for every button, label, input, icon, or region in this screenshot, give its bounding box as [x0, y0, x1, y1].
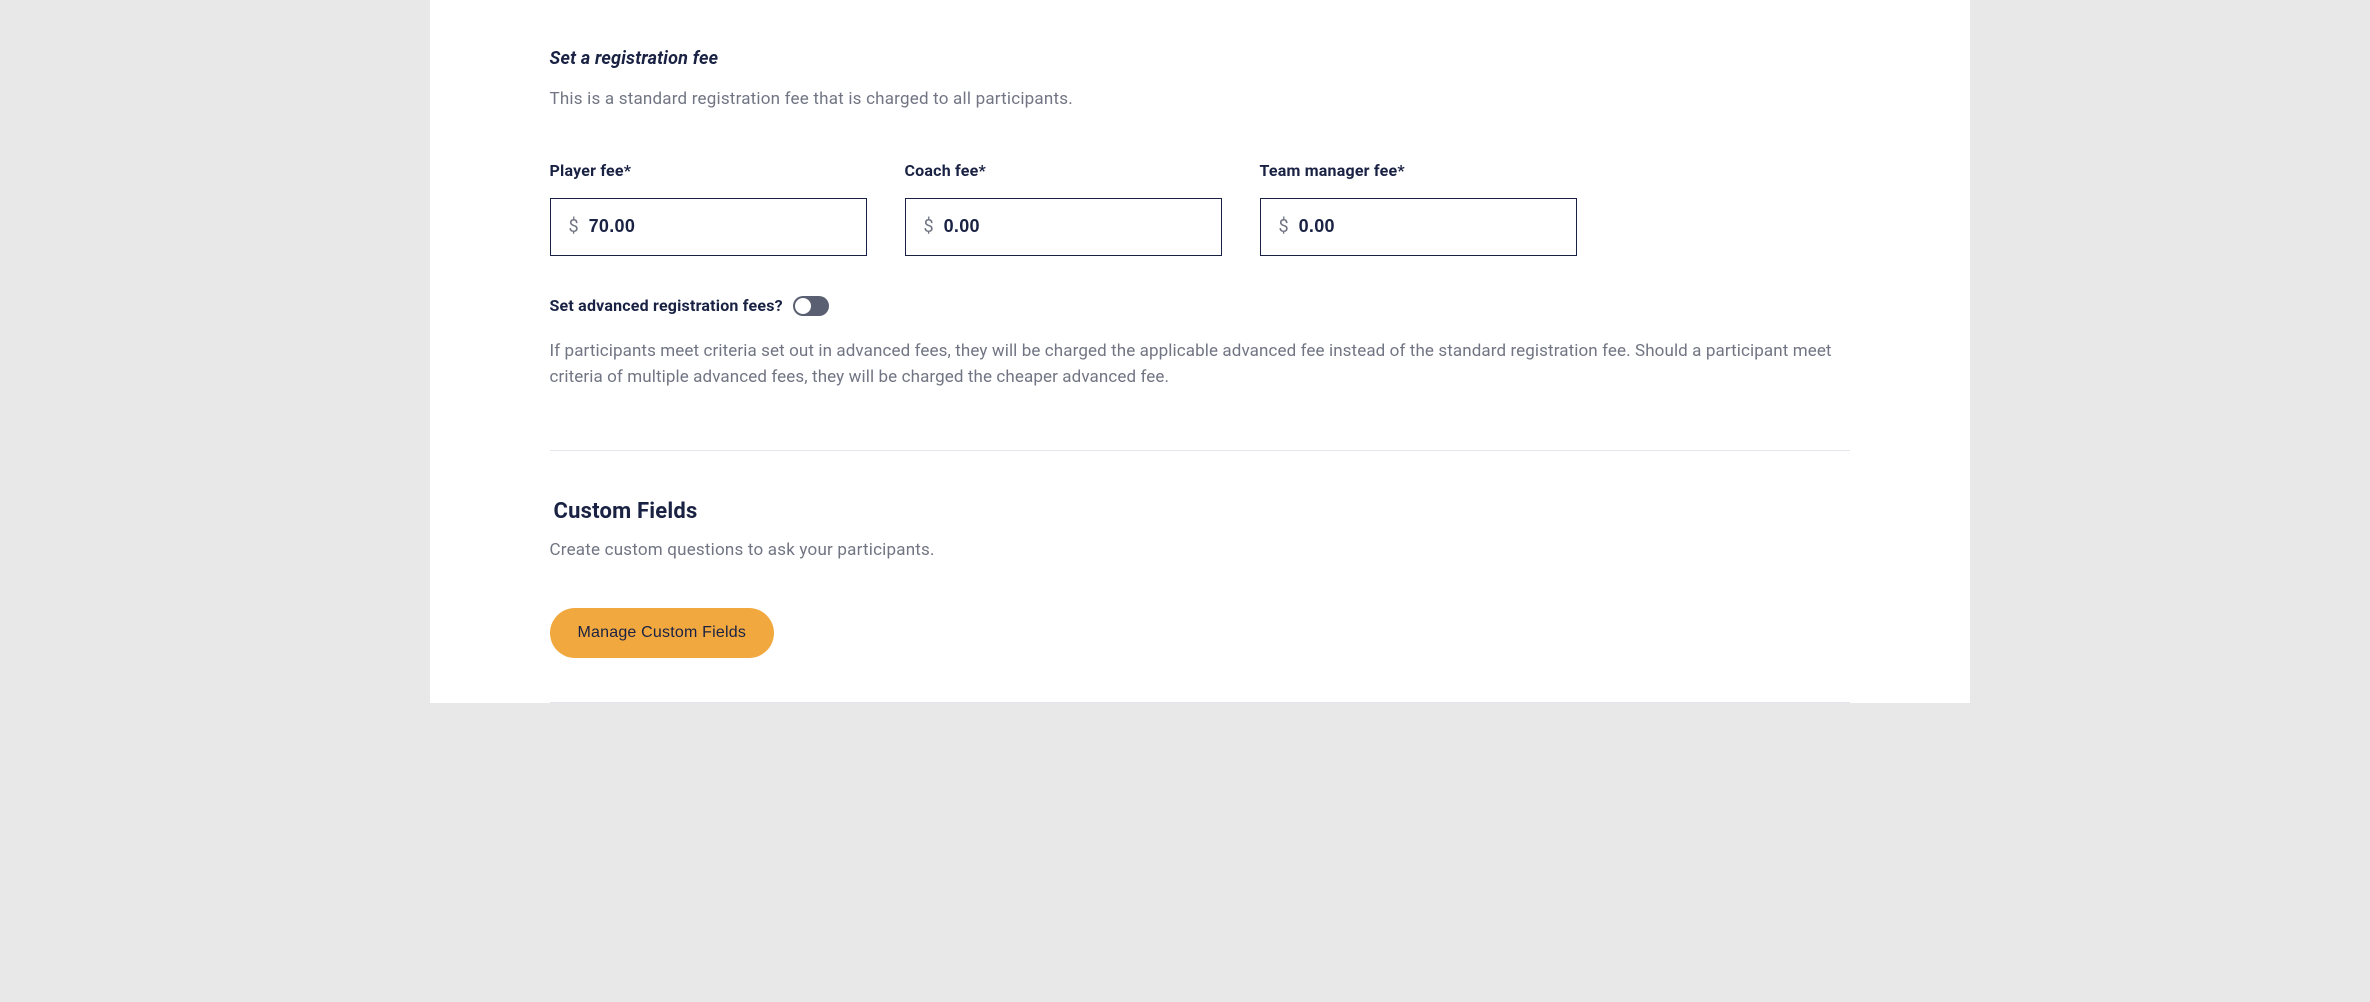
advanced-fees-toggle-row: Set advanced registration fees?	[550, 296, 1850, 316]
advanced-fees-toggle[interactable]	[793, 296, 829, 316]
advanced-fees-description: If participants meet criteria set out in…	[550, 338, 1850, 391]
coach-fee-field: Coach fee* $	[905, 161, 1222, 256]
registration-fee-description: This is a standard registration fee that…	[550, 87, 1850, 113]
page-container: Set a registration fee This is a standar…	[430, 0, 1970, 703]
toggle-knob-icon	[795, 298, 811, 314]
player-fee-field: Player fee* $	[550, 161, 867, 256]
currency-symbol: $	[569, 216, 579, 237]
coach-fee-input-wrap: $	[905, 198, 1222, 256]
section-divider	[550, 450, 1850, 451]
team-manager-fee-input-wrap: $	[1260, 198, 1577, 256]
content: Set a registration fee This is a standar…	[430, 48, 1970, 703]
section-divider	[550, 702, 1850, 703]
manage-custom-fields-button[interactable]: Manage Custom Fields	[550, 608, 775, 658]
coach-fee-label: Coach fee*	[905, 161, 1222, 180]
registration-fee-title: Set a registration fee	[550, 48, 1850, 69]
player-fee-input-wrap: $	[550, 198, 867, 256]
custom-fields-heading: Custom Fields	[550, 499, 1850, 524]
advanced-fees-toggle-label: Set advanced registration fees?	[550, 296, 783, 315]
team-manager-fee-input[interactable]	[1299, 216, 1558, 237]
team-manager-fee-field: Team manager fee* $	[1260, 161, 1577, 256]
coach-fee-input[interactable]	[944, 216, 1203, 237]
team-manager-fee-label: Team manager fee*	[1260, 161, 1577, 180]
currency-symbol: $	[1279, 216, 1289, 237]
currency-symbol: $	[924, 216, 934, 237]
custom-fields-description: Create custom questions to ask your part…	[550, 540, 1850, 560]
player-fee-input[interactable]	[589, 216, 848, 237]
fee-row: Player fee* $ Coach fee* $ Team manager …	[550, 161, 1850, 256]
player-fee-label: Player fee*	[550, 161, 867, 180]
